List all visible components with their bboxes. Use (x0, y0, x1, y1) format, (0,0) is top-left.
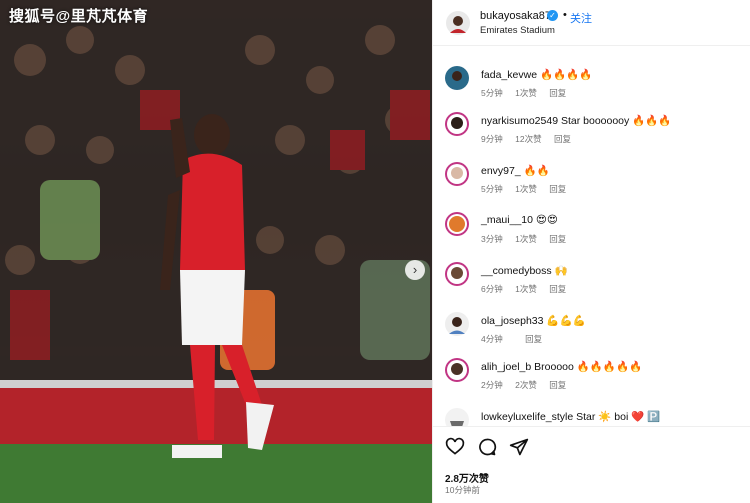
post-username[interactable]: bukayosaka87 (480, 10, 551, 22)
avatar[interactable] (445, 212, 469, 236)
comment-text: lowkeyluxelife_style Star ☀️ boi ❤️ 🅿️ (481, 410, 660, 423)
comment-body: Brooooo (534, 361, 574, 373)
avatar[interactable] (445, 358, 469, 382)
list-item: lowkeyluxelife_style Star ☀️ boi ❤️ 🅿️ (433, 408, 750, 426)
reply-button[interactable]: 回复 (554, 134, 571, 144)
comment-text: envy97_ 🔥🔥 (481, 164, 550, 177)
comment-emojis: 🔥🔥🔥 (632, 115, 672, 127)
comment-meta: 5分钟 1次赞 回复 (481, 87, 576, 99)
comment-likes[interactable]: 1次赞 (515, 284, 537, 294)
comment-time: 6分钟 (481, 284, 503, 294)
reply-button[interactable]: 回复 (549, 380, 566, 390)
comment-text: _maui__10 😍😍 (481, 214, 558, 226)
comment-text: alih_joel_b Brooooo 🔥🔥🔥🔥🔥 (481, 360, 642, 373)
separator-dot: • (563, 9, 567, 21)
post-header: bukayosaka87 ✓ • 关注 Emirates Stadium (433, 0, 750, 46)
reply-button[interactable]: 回复 (525, 334, 542, 344)
comment-emojis: 🙌 (554, 265, 568, 277)
avatar[interactable] (445, 112, 469, 136)
comment-time: 4分钟 (481, 334, 503, 344)
comment-time: 2分钟 (481, 380, 503, 390)
comment-time: 5分钟 (481, 184, 503, 194)
comment-meta: 4分钟 回复 (481, 333, 552, 345)
send-icon[interactable] (509, 437, 529, 457)
comment-emojis: 💪💪💪 (546, 315, 586, 327)
reply-button[interactable]: 回复 (549, 184, 566, 194)
post-time: 10分钟前 (445, 485, 480, 495)
comment-meta: 9分钟 12次赞 回复 (481, 133, 581, 145)
comment-body: Star booooooy (560, 115, 630, 127)
next-image-button[interactable]: › (405, 260, 425, 280)
reply-button[interactable]: 回复 (549, 234, 566, 244)
chevron-right-icon: › (412, 262, 418, 277)
list-item: _maui__10 😍😍 3分钟 1次赞 回复 (433, 212, 750, 262)
list-item: envy97_ 🔥🔥 5分钟 1次赞 回复 (433, 162, 750, 212)
reply-button[interactable]: 回复 (549, 88, 566, 98)
comment-time: 3分钟 (481, 234, 503, 244)
comment-text: nyarkisumo2549 Star booooooy 🔥🔥🔥 (481, 114, 671, 127)
comment-emojis: 🔥🔥 (523, 165, 550, 177)
comment-text: fada_kevwe 🔥🔥🔥🔥 (481, 68, 592, 81)
list-item: nyarkisumo2549 Star booooooy 🔥🔥🔥 9分钟 12次… (433, 112, 750, 162)
comments-list: fada_kevwe 🔥🔥🔥🔥 5分钟 1次赞 回复 nyarkisumo254… (433, 46, 750, 426)
comment-meta: 2分钟 2次赞 回复 (481, 379, 576, 391)
comment-likes[interactable]: 1次赞 (515, 184, 537, 194)
comment-username[interactable]: ola_joseph33 (481, 315, 543, 327)
post-panel: bukayosaka87 ✓ • 关注 Emirates Stadium fad… (432, 0, 750, 503)
comment-text: __comedyboss 🙌 (481, 264, 568, 277)
comment-text: ola_joseph33 💪💪💪 (481, 314, 586, 327)
comment-emojis: 🔥🔥🔥🔥 (539, 69, 593, 81)
list-item: ola_joseph33 💪💪💪 4分钟 回复 (433, 312, 750, 362)
comment-username[interactable]: nyarkisumo2549 (481, 115, 558, 127)
comment-username[interactable]: fada_kevwe (481, 69, 537, 81)
follow-button[interactable]: 关注 (570, 10, 592, 26)
comment-username[interactable]: __comedyboss (481, 265, 552, 277)
verified-badge-icon: ✓ (547, 10, 558, 21)
post-location[interactable]: Emirates Stadium (480, 25, 555, 36)
comment-likes[interactable]: 1次赞 (515, 88, 537, 98)
comment-username[interactable]: _maui__10 (481, 214, 533, 226)
avatar[interactable] (445, 312, 469, 336)
comment-body: Star ☀️ boi ❤️ 🅿️ (576, 411, 661, 423)
avatar[interactable] (445, 162, 469, 186)
comment-likes[interactable]: 2次赞 (515, 380, 537, 390)
comment-username[interactable]: lowkeyluxelife_style (481, 411, 573, 423)
stadium-photo (0, 0, 432, 503)
comment-meta: 3分钟 1次赞 回复 (481, 233, 576, 245)
comment-icon[interactable] (477, 437, 497, 457)
comment-meta: 6分钟 1次赞 回复 (481, 283, 576, 295)
comment-username[interactable]: envy97_ (481, 165, 521, 177)
list-item: alih_joel_b Brooooo 🔥🔥🔥🔥🔥 2分钟 2次赞 回复 (433, 358, 750, 408)
comment-likes[interactable]: 12次赞 (515, 134, 541, 144)
comment-emojis: 😍😍 (535, 214, 558, 226)
comment-likes[interactable]: 1次赞 (515, 234, 537, 244)
avatar[interactable] (445, 66, 469, 90)
avatar[interactable] (445, 408, 469, 426)
post-actions: 2.8万次赞 10分钟前 (433, 426, 750, 503)
avatar[interactable] (446, 11, 470, 35)
comment-emojis: 🔥🔥🔥🔥🔥 (576, 361, 643, 373)
comment-meta: 5分钟 1次赞 回复 (481, 183, 576, 195)
post-image: 搜狐号@里芃芃体育 › (0, 0, 432, 503)
like-count[interactable]: 2.8万次赞 (445, 470, 489, 485)
watermark-text: 搜狐号@里芃芃体育 (9, 8, 149, 25)
comment-time: 9分钟 (481, 134, 503, 144)
reply-button[interactable]: 回复 (549, 284, 566, 294)
avatar[interactable] (445, 262, 469, 286)
comment-username[interactable]: alih_joel_b (481, 361, 531, 373)
list-item: __comedyboss 🙌 6分钟 1次赞 回复 (433, 262, 750, 312)
comment-time: 5分钟 (481, 88, 503, 98)
heart-icon[interactable] (445, 437, 465, 457)
list-item: fada_kevwe 🔥🔥🔥🔥 5分钟 1次赞 回复 (433, 66, 750, 116)
